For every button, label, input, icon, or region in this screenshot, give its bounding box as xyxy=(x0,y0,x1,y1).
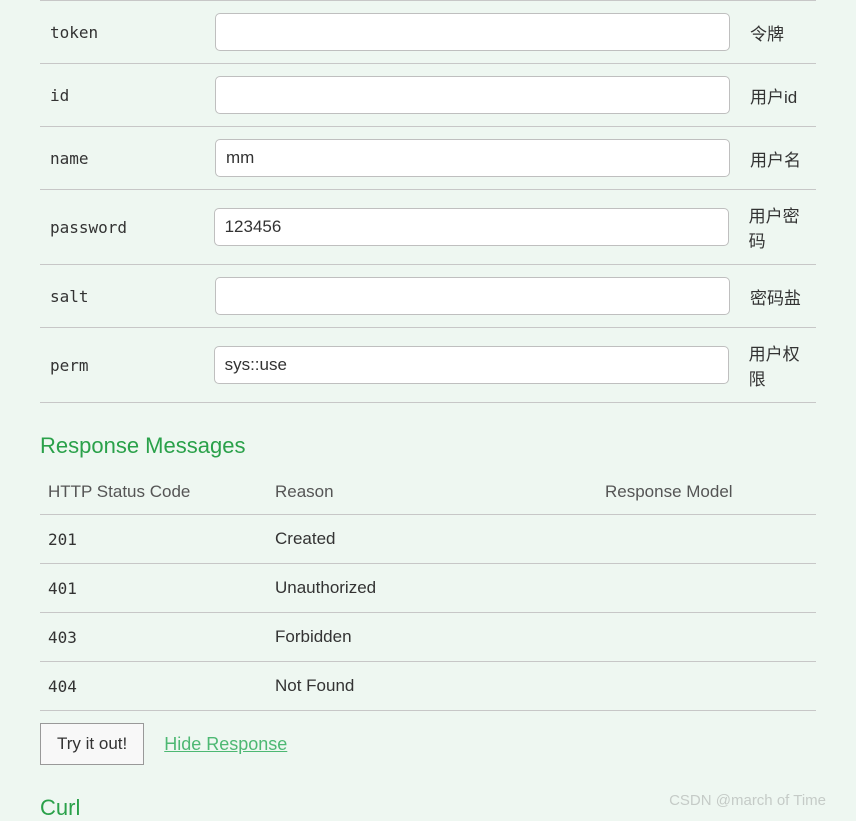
param-row-salt: salt 密码盐 xyxy=(40,265,816,328)
param-desc: 用户id xyxy=(730,83,797,108)
salt-input[interactable] xyxy=(215,277,730,315)
token-input[interactable] xyxy=(215,13,730,51)
param-name: id xyxy=(40,86,215,105)
status-code: 401 xyxy=(40,579,275,598)
status-code: 201 xyxy=(40,530,275,549)
param-input-wrap xyxy=(215,13,730,51)
param-name: token xyxy=(40,23,215,42)
id-input[interactable] xyxy=(215,76,730,114)
status-reason: Unauthorized xyxy=(275,578,605,598)
password-input[interactable] xyxy=(214,208,729,246)
col-header-reason: Reason xyxy=(275,482,605,502)
try-it-out-button[interactable]: Try it out! xyxy=(40,723,144,765)
perm-input[interactable] xyxy=(214,346,729,384)
param-name: password xyxy=(40,218,214,237)
param-input-wrap xyxy=(214,208,729,246)
response-messages-title: Response Messages xyxy=(40,433,856,459)
param-row-token: token 令牌 xyxy=(40,0,816,64)
param-name: name xyxy=(40,149,215,168)
hide-response-link[interactable]: Hide Response xyxy=(164,734,287,755)
response-row: 403 Forbidden xyxy=(40,613,816,662)
name-input[interactable] xyxy=(215,139,730,177)
param-desc: 令牌 xyxy=(730,20,784,45)
param-input-wrap xyxy=(214,346,729,384)
col-header-model: Response Model xyxy=(605,482,816,502)
status-reason: Created xyxy=(275,529,605,549)
response-table: HTTP Status Code Reason Response Model 2… xyxy=(40,474,816,711)
response-row: 401 Unauthorized xyxy=(40,564,816,613)
col-header-code: HTTP Status Code xyxy=(40,482,275,502)
api-panel: token 令牌 id 用户id name 用户名 password 用户密码 … xyxy=(0,0,856,821)
param-name: salt xyxy=(40,287,215,306)
param-row-id: id 用户id xyxy=(40,64,816,127)
response-row: 404 Not Found xyxy=(40,662,816,711)
param-desc: 密码盐 xyxy=(730,284,801,309)
curl-title: Curl xyxy=(40,795,856,821)
param-input-wrap xyxy=(215,277,730,315)
param-input-wrap xyxy=(215,139,730,177)
response-header-row: HTTP Status Code Reason Response Model xyxy=(40,474,816,515)
param-row-perm: perm 用户权限 xyxy=(40,328,816,403)
response-row: 201 Created xyxy=(40,515,816,564)
action-row: Try it out! Hide Response xyxy=(40,723,816,765)
param-desc: 用户密码 xyxy=(729,202,816,252)
param-name: perm xyxy=(40,356,214,375)
status-code: 404 xyxy=(40,677,275,696)
status-code: 403 xyxy=(40,628,275,647)
param-row-name: name 用户名 xyxy=(40,127,816,190)
param-row-password: password 用户密码 xyxy=(40,190,816,265)
status-reason: Forbidden xyxy=(275,627,605,647)
param-input-wrap xyxy=(215,76,730,114)
status-reason: Not Found xyxy=(275,676,605,696)
param-desc: 用户名 xyxy=(730,146,801,171)
param-desc: 用户权限 xyxy=(729,340,816,390)
